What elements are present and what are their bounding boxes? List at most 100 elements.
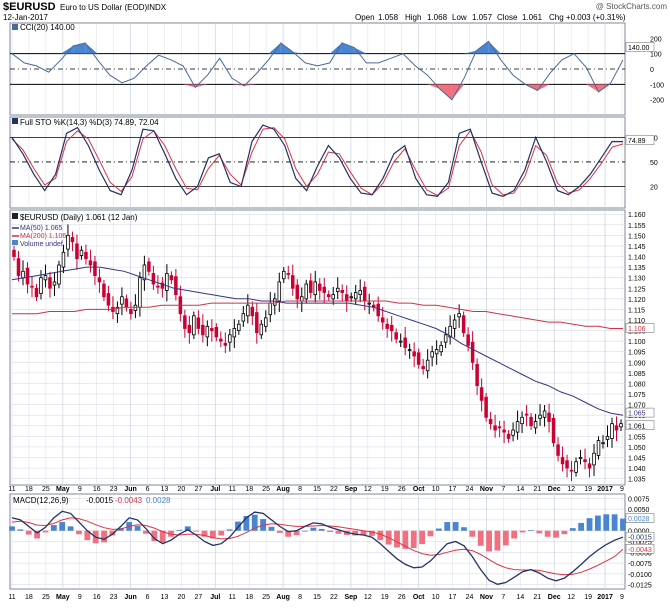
candle-body <box>322 286 327 293</box>
candle-body <box>353 292 358 300</box>
candle-body <box>187 324 192 334</box>
macd-histogram-bar <box>578 522 585 531</box>
x-tick-label: Dec <box>548 486 561 493</box>
candle-body <box>389 324 394 331</box>
macd-histogram-bar <box>101 530 107 543</box>
macd-histogram-bar <box>42 530 49 533</box>
chart-exchange: INDX <box>147 3 167 12</box>
candle-body <box>201 324 205 336</box>
x-tick-label: 11 <box>229 486 236 493</box>
macd-histogram-bar <box>494 530 501 551</box>
candle-body <box>335 287 340 292</box>
x-tick-label-bottom: 26 <box>398 594 406 601</box>
price-tick-label: 1.085 <box>628 371 646 378</box>
macd-histogram-bar <box>410 530 417 548</box>
candle-body <box>300 296 304 302</box>
macd-histogram-bar <box>218 530 225 536</box>
chart-symbol: $EURUSD <box>3 1 56 13</box>
candle-body <box>304 283 309 300</box>
candle-body <box>120 296 124 305</box>
macd-histogram-bar <box>536 530 543 534</box>
stochastic-panel <box>9 116 626 209</box>
x-tick-label-bottom: 22 <box>330 594 338 601</box>
x-tick-label-bottom: 10 <box>432 594 440 601</box>
macd-histogram-bar <box>276 530 283 533</box>
macd-histogram-bar <box>553 530 559 538</box>
x-tick-label: Oct <box>413 486 425 493</box>
candle-body <box>151 273 156 285</box>
candle-body <box>183 315 187 329</box>
price-tick-label: 1.125 <box>628 286 646 293</box>
candle-body <box>196 317 201 329</box>
macd-histogram-bar <box>611 514 618 531</box>
candle-body <box>255 312 259 334</box>
macd-histogram-bar <box>502 530 509 546</box>
candle-body <box>75 243 79 260</box>
low-value: 1.057 <box>472 13 493 22</box>
x-tick-label: Jul <box>210 486 220 493</box>
x-tick-label: 12 <box>567 486 575 493</box>
close-value: 1.061 <box>522 13 543 22</box>
macd-histogram-bar <box>427 530 434 537</box>
sto-tick-label: 20 <box>650 185 658 192</box>
candle-body <box>493 425 497 431</box>
x-tick-label-bottom: Jun <box>124 594 136 601</box>
price-tick-label: 1.035 <box>628 477 646 484</box>
open-label: Open <box>355 13 375 22</box>
candle-body <box>210 328 214 331</box>
price-tick-label: 1.155 <box>628 223 646 230</box>
x-tick-label-bottom: 16 <box>93 594 101 601</box>
x-tick-label: 6 <box>146 486 150 493</box>
price-tick-label: 1.100 <box>628 339 646 346</box>
price-tick-label: 1.115 <box>628 307 645 314</box>
candle-body <box>551 417 556 444</box>
ma200-legend: MA(200) 1.106 <box>20 233 66 240</box>
x-tick-label-bottom: Sep <box>344 594 357 601</box>
candle-body <box>277 281 282 302</box>
price-tick-label: 1.080 <box>628 381 646 388</box>
high-value: 1.068 <box>427 13 448 22</box>
high-label: High <box>405 13 421 22</box>
price-tick-label: 1.055 <box>628 434 646 441</box>
cci-tick-label: -100 <box>650 82 664 89</box>
price-tick-label: 1.095 <box>628 350 646 357</box>
candle-body <box>403 337 407 348</box>
macd-title-hist: 0.0028 <box>146 496 171 505</box>
candle-body <box>61 251 66 268</box>
chart-subtitle: Euro to US Dollar (EOD) <box>60 3 147 12</box>
ma50-last-value: 1.065 <box>628 411 646 418</box>
macd-histogram-bar <box>544 530 551 537</box>
macd-histogram-bar <box>134 525 141 531</box>
macd-histogram-bar <box>620 518 626 531</box>
candle-body <box>133 304 138 311</box>
macd-histogram-bar <box>519 530 526 533</box>
x-tick-label-bottom: 21 <box>533 594 541 601</box>
x-tick-label: Sep <box>344 486 357 493</box>
cci-legend-swatch <box>12 24 18 30</box>
x-tick-label: Nov <box>480 486 493 493</box>
close-label: Close <box>497 13 518 22</box>
candle-body <box>367 302 371 305</box>
candle-body <box>515 421 520 433</box>
ma50-legend: MA(50) 1.065 <box>20 225 63 232</box>
macd-histogram-bar <box>176 529 183 531</box>
candle-body <box>295 284 300 300</box>
price-tick-label: 1.150 <box>628 233 646 240</box>
macd-histogram-bar <box>603 514 610 531</box>
price-tick-label: 1.040 <box>628 466 646 473</box>
candle-body <box>286 273 291 275</box>
candle-body <box>102 283 106 298</box>
candle-body <box>430 351 434 358</box>
candle-body <box>84 251 88 260</box>
volume-legend: Volume undef <box>20 241 63 248</box>
candle-body <box>394 332 398 340</box>
macd-tick-label: -0.0100 <box>628 572 652 579</box>
macd-histogram-bar <box>444 522 451 531</box>
candle-body <box>241 313 246 322</box>
candle-body <box>43 275 48 281</box>
x-tick-label-bottom: 25 <box>262 594 270 601</box>
x-tick-label: 18 <box>245 486 253 493</box>
price-tick-label: 1.140 <box>628 255 646 262</box>
x-tick-label: 25 <box>262 486 270 493</box>
x-tick-label: 9 <box>620 486 624 493</box>
